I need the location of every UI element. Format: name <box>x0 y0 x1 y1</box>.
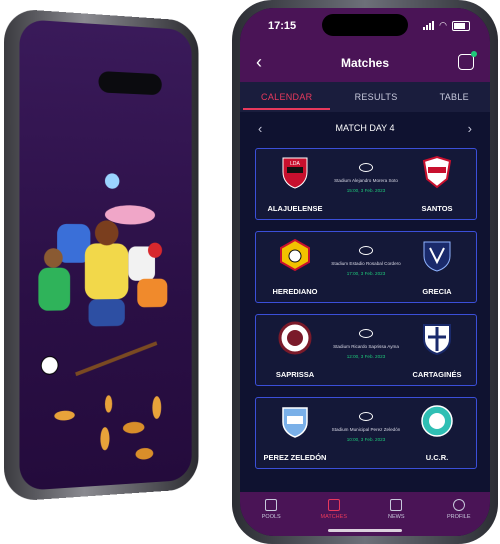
match-datetime: 15:00, 3 Feb. 2023 <box>346 188 386 193</box>
battery-icon <box>452 20 470 31</box>
away-team-name: GRECIA <box>422 287 452 296</box>
status-icons: ◠ <box>423 20 470 31</box>
nav-pools[interactable]: POOLS <box>246 499 296 520</box>
home-team: SAPRISSA <box>260 321 330 379</box>
dynamic-island <box>322 14 408 36</box>
nav-matches[interactable]: MATCHES <box>309 499 359 520</box>
match-card[interactable]: PEREZ ZELEDÓN Stadium Municipal Perez Ze… <box>255 397 477 469</box>
perez-zeledon-crest-icon <box>282 407 308 438</box>
soccer-player <box>84 243 129 300</box>
stadium-icon <box>359 246 373 255</box>
match-datetime: 12:00, 3 Feb. 2023 <box>346 354 386 359</box>
green-player <box>38 267 71 311</box>
ucr-crest-icon <box>421 405 453 437</box>
nav-news-label: NEWS <box>388 514 405 520</box>
away-team-name: SANTOS <box>421 204 453 213</box>
match-card[interactable]: SAPRISSA Stadium Ricardo Saprissa Ayma 1… <box>255 314 477 386</box>
app-phone: 17:15 ◠ ‹ Matches CALENDAR RESULTS TABLE… <box>232 0 498 544</box>
trophy-icon <box>265 499 278 511</box>
stadium-name: Stadium Alejandro Morera Soto <box>334 178 398 183</box>
home-indicator[interactable] <box>328 529 402 532</box>
match-info: Stadium Municipal Perez Zeledón 10:00, 3… <box>326 412 406 442</box>
sports-illustration <box>38 173 168 460</box>
status-time: 17:15 <box>268 20 297 32</box>
soccer-ball-icon <box>41 356 58 374</box>
matchday-label: MATCH DAY 4 <box>335 123 395 133</box>
match-datetime: 17:00, 3 Feb. 2023 <box>346 271 386 276</box>
stadium-name: Stadium Municipal Perez Zeledón <box>331 427 401 432</box>
home-team: LDA ALAJUELENSE <box>260 155 330 213</box>
app-header: ‹ Matches <box>240 44 490 82</box>
profile-icon <box>452 499 465 511</box>
tab-bar: CALENDAR RESULTS TABLE <box>240 82 490 112</box>
away-team: U.C.R. <box>402 404 472 462</box>
prev-matchday-icon[interactable]: ‹ <box>258 121 262 136</box>
match-card[interactable]: HEREDIANO Stadium Estadio Rosabal Corder… <box>255 231 477 303</box>
santos-crest-icon <box>422 155 452 189</box>
match-info: Stadium Estadio Rosabal Cordero 17:00, 3… <box>326 246 406 276</box>
home-team-name: HEREDIANO <box>272 287 318 296</box>
svg-text:LDA: LDA <box>290 161 300 167</box>
tab-table[interactable]: TABLE <box>436 84 473 110</box>
wifi-icon: ◠ <box>439 20 447 30</box>
stadium-name: Stadium Estadio Rosabal Cordero <box>331 261 401 266</box>
home-team-name: PEREZ ZELEDÓN <box>263 453 327 462</box>
calendar-icon <box>327 499 340 511</box>
match-info: Stadium Alejandro Morera Soto 15:00, 3 F… <box>326 163 406 193</box>
grecia-crest-icon <box>423 241 451 272</box>
stadium-icon <box>359 163 373 172</box>
promo-phone <box>4 8 199 502</box>
coin-icon <box>54 410 75 421</box>
notification-icon[interactable] <box>458 51 477 70</box>
away-team: CARTAGINÉS <box>402 321 472 379</box>
next-matchday-icon[interactable]: › <box>468 121 472 136</box>
matchday-selector: ‹ MATCH DAY 4 › <box>240 118 490 138</box>
page-title: Matches <box>340 56 390 70</box>
away-team: SANTOS <box>402 155 472 213</box>
match-card[interactable]: LDA ALAJUELENSE Stadium Alejandro Morera… <box>255 148 477 220</box>
home-team: PEREZ ZELEDÓN <box>260 404 330 462</box>
tab-results[interactable]: RESULTS <box>351 84 402 110</box>
stadium-icon <box>359 412 373 421</box>
bottom-nav: POOLS MATCHES NEWS PROFILE <box>240 492 490 536</box>
news-icon <box>390 499 403 511</box>
nav-news[interactable]: NEWS <box>371 499 421 520</box>
app-screen: 17:15 ◠ ‹ Matches CALENDAR RESULTS TABLE… <box>240 8 490 536</box>
away-team: GRECIA <box>402 238 472 296</box>
nav-profile-label: PROFILE <box>446 514 471 520</box>
alajuelense-crest-icon: LDA <box>282 157 308 189</box>
runner <box>137 278 168 308</box>
volleyball-player <box>104 204 156 225</box>
home-team: HEREDIANO <box>260 238 330 296</box>
home-team-name: ALAJUELENSE <box>267 204 323 213</box>
tab-calendar[interactable]: CALENDAR <box>242 84 331 110</box>
promo-screen <box>19 19 192 491</box>
away-team-name: U.C.R. <box>425 453 449 462</box>
herediano-crest-icon <box>280 238 310 272</box>
saprissa-crest-icon <box>278 321 312 355</box>
nav-profile[interactable]: PROFILE <box>434 499 484 520</box>
away-team-name: CARTAGINÉS <box>412 370 462 379</box>
match-info: Stadium Ricardo Saprissa Ayma 12:00, 3 F… <box>326 329 406 359</box>
nav-pools-label: POOLS <box>261 514 281 520</box>
stadium-name: Stadium Ricardo Saprissa Ayma <box>333 344 399 349</box>
stadium-icon <box>359 329 373 338</box>
boxing-glove-icon <box>147 242 163 258</box>
volleyball-icon <box>104 173 120 189</box>
home-team-name: SAPRISSA <box>275 370 315 379</box>
signal-icon <box>423 21 435 30</box>
match-datetime: 10:00, 3 Feb. 2023 <box>346 437 386 442</box>
nav-matches-label: MATCHES <box>320 514 347 520</box>
status-bar: 17:15 ◠ <box>240 8 490 44</box>
cartagines-crest-icon <box>423 324 451 356</box>
